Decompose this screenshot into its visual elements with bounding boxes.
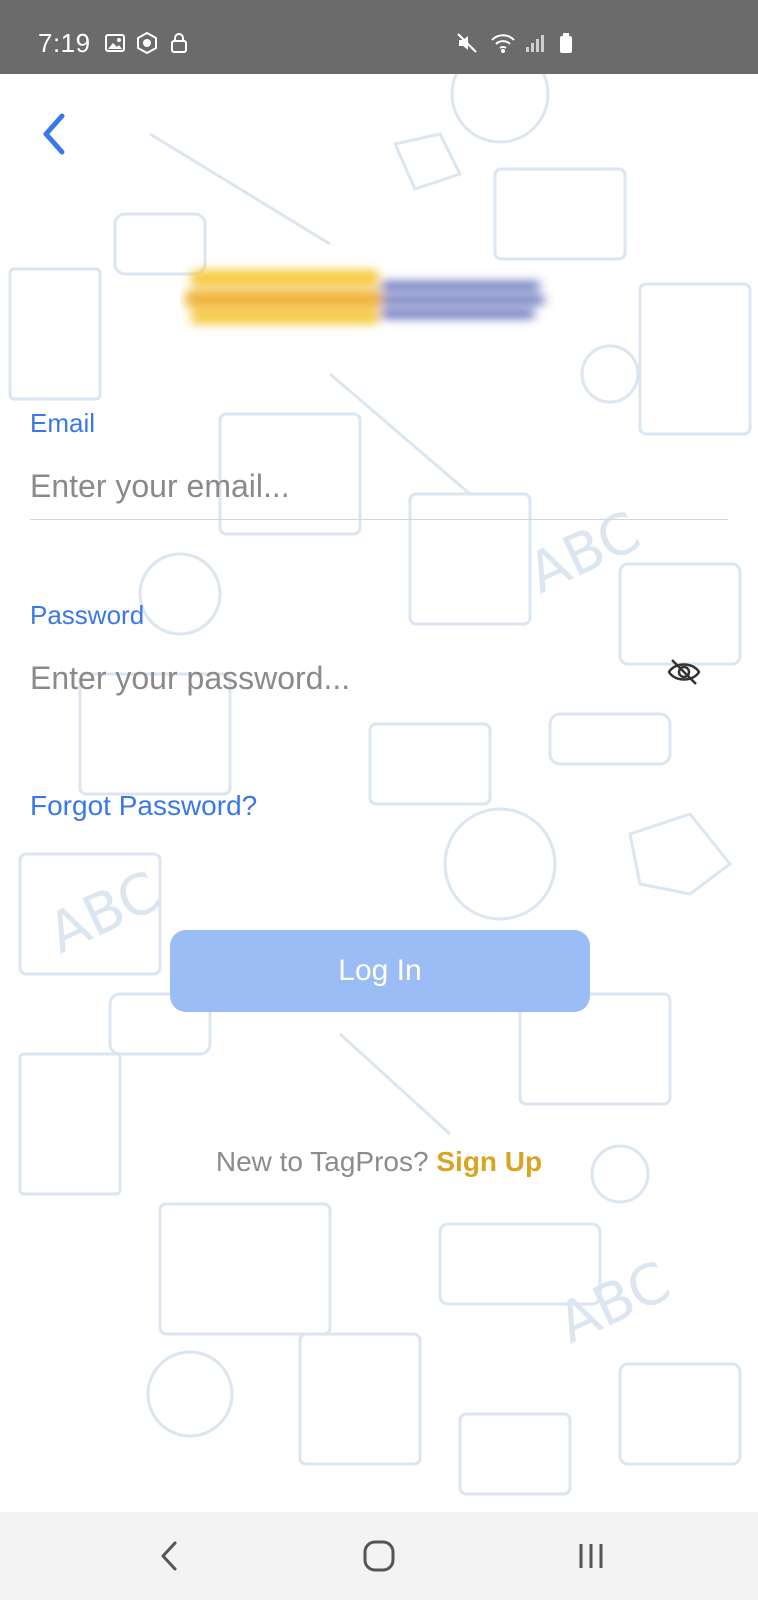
image-icon bbox=[104, 32, 126, 54]
home-nav-icon bbox=[363, 1540, 395, 1572]
lock-icon bbox=[168, 32, 190, 54]
chevron-left-icon bbox=[43, 113, 65, 155]
recents-nav-icon bbox=[579, 1544, 603, 1568]
signup-link[interactable]: Sign Up bbox=[436, 1146, 542, 1177]
email-field[interactable] bbox=[30, 456, 728, 516]
back-nav-button[interactable] bbox=[144, 1534, 194, 1578]
home-nav-button[interactable] bbox=[354, 1534, 404, 1578]
battery-icon bbox=[558, 32, 580, 54]
login-screen: ABC ABC ABC Email Password bbox=[0, 74, 758, 1512]
status-left-icons bbox=[104, 31, 190, 55]
back-button[interactable] bbox=[30, 104, 80, 164]
status-right-icons bbox=[456, 32, 580, 54]
signup-row: New to TagPros? Sign Up bbox=[0, 1146, 758, 1178]
mute-icon bbox=[456, 32, 478, 54]
back-nav-icon bbox=[161, 1541, 177, 1571]
password-label: Password bbox=[30, 600, 145, 630]
password-visibility-toggle[interactable] bbox=[664, 652, 704, 692]
status-bar: 7:19 bbox=[0, 0, 758, 74]
wifi-icon bbox=[490, 32, 515, 54]
svg-text:ABC: ABC bbox=[38, 859, 170, 966]
system-nav-bar bbox=[0, 1512, 758, 1600]
svg-text:ABC: ABC bbox=[548, 1249, 680, 1356]
signal-icon bbox=[524, 32, 546, 54]
brand-logo bbox=[180, 252, 560, 342]
eye-off-icon bbox=[667, 659, 701, 685]
recents-nav-button[interactable] bbox=[566, 1534, 616, 1578]
signup-prompt: New to TagPros? bbox=[215, 1146, 429, 1177]
password-field[interactable] bbox=[30, 648, 650, 708]
status-time: 7:19 bbox=[38, 28, 91, 58]
vpn-shield-icon bbox=[136, 31, 158, 55]
email-label: Email bbox=[30, 408, 96, 438]
login-button[interactable]: Log In bbox=[170, 930, 590, 1012]
forgot-password-link[interactable]: Forgot Password? bbox=[30, 790, 257, 822]
email-underline bbox=[30, 519, 728, 520]
